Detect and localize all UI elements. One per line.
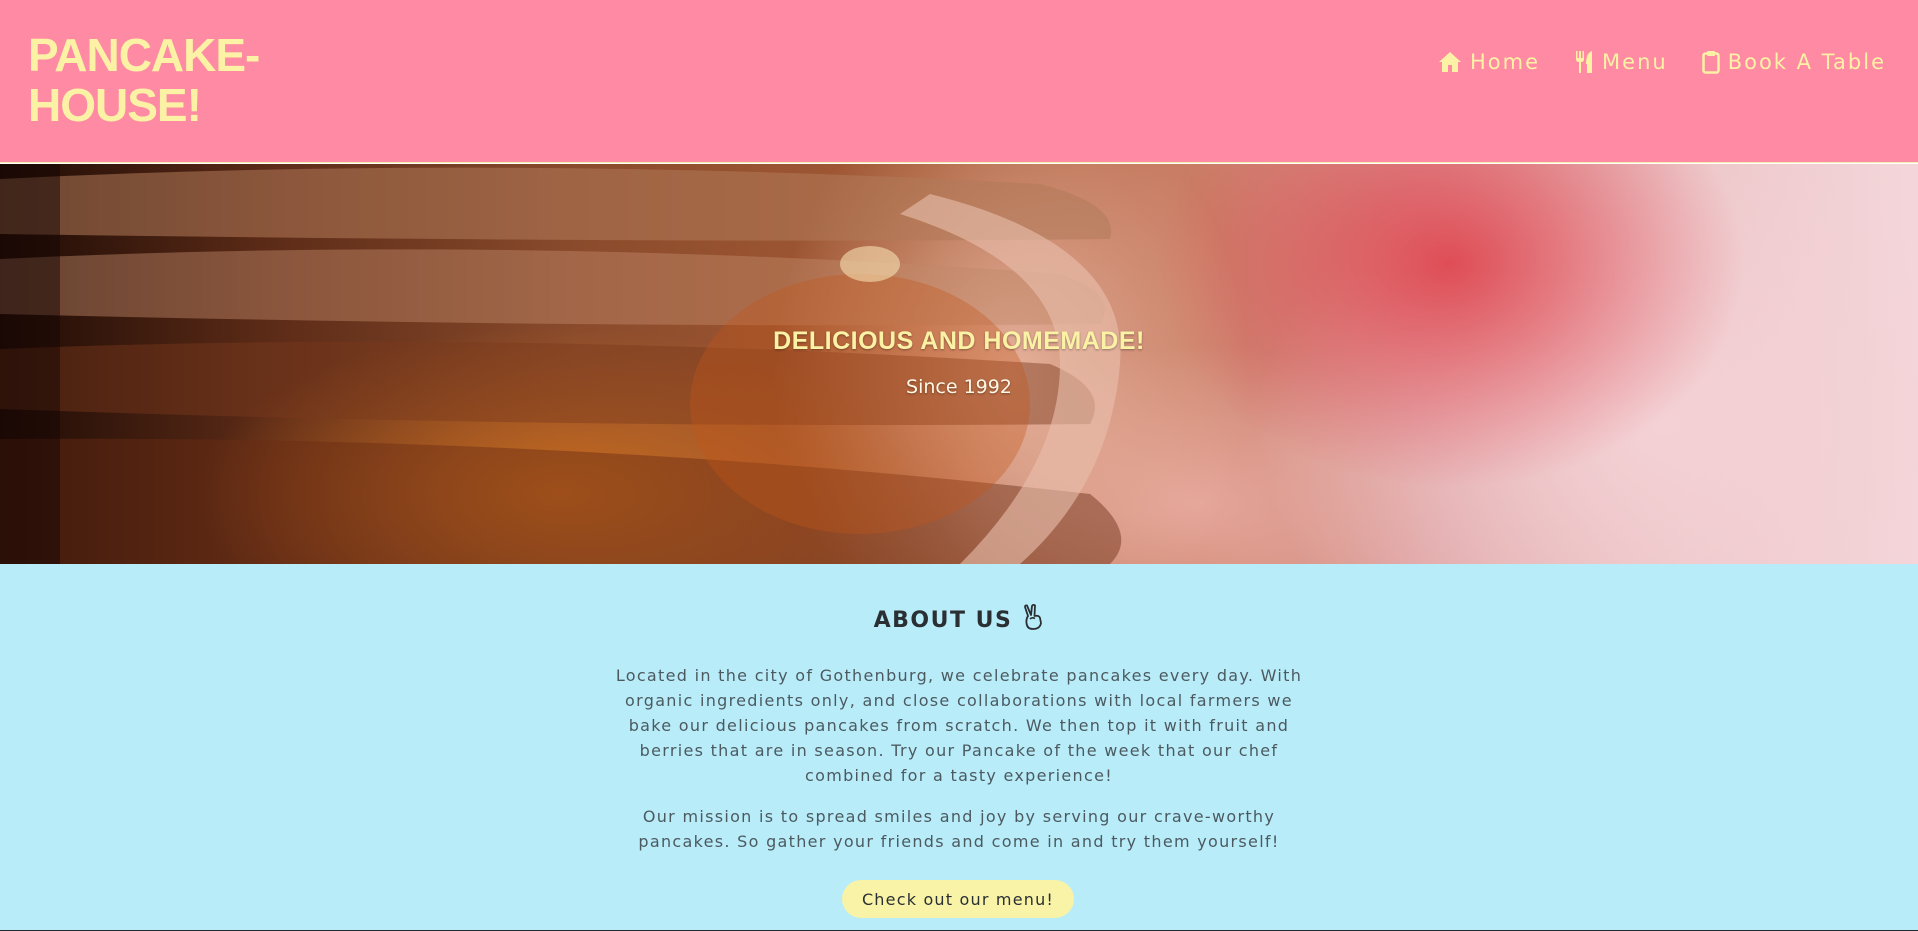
peace-hand-icon [1022,603,1044,636]
nav-item-label: Menu [1602,50,1668,74]
nav-item-menu[interactable]: Menu [1574,50,1668,74]
hero-banner: DELICIOUS AND HOMEMADE! Since 1992 [0,164,1918,564]
hero-pancake-image [0,164,1122,564]
about-heading: ABOUT US [0,603,1918,636]
about-title-text: ABOUT US [873,607,1013,633]
about-paragraph-2: Our mission is to spread smiles and joy … [638,807,1280,851]
nav-item-label: Book A Table [1727,50,1886,74]
clipboard-icon [1701,50,1720,74]
nav-item-book-a-table[interactable]: Book A Table [1701,50,1886,74]
home-icon [1438,51,1462,73]
hero-subtitle: Since 1992 [906,376,1012,398]
utensils-icon [1574,50,1594,74]
hero-title: DELICIOUS AND HOMEMADE! [773,327,1145,355]
main-nav: Home Menu Book A Table [1438,50,1886,74]
site-header: PANCAKE-HOUSE! Home Menu Book A Table [0,0,1918,163]
check-menu-button[interactable]: Check out our menu! [842,880,1074,918]
nav-item-home[interactable]: Home [1438,50,1540,74]
site-logo[interactable]: PANCAKE-HOUSE! [28,30,288,130]
nav-item-label: Home [1470,50,1541,74]
about-paragraph-1: Located in the city of Gothenburg, we ce… [615,666,1303,785]
about-section: ABOUT US Located in the city of Gothenbu… [0,564,1918,931]
